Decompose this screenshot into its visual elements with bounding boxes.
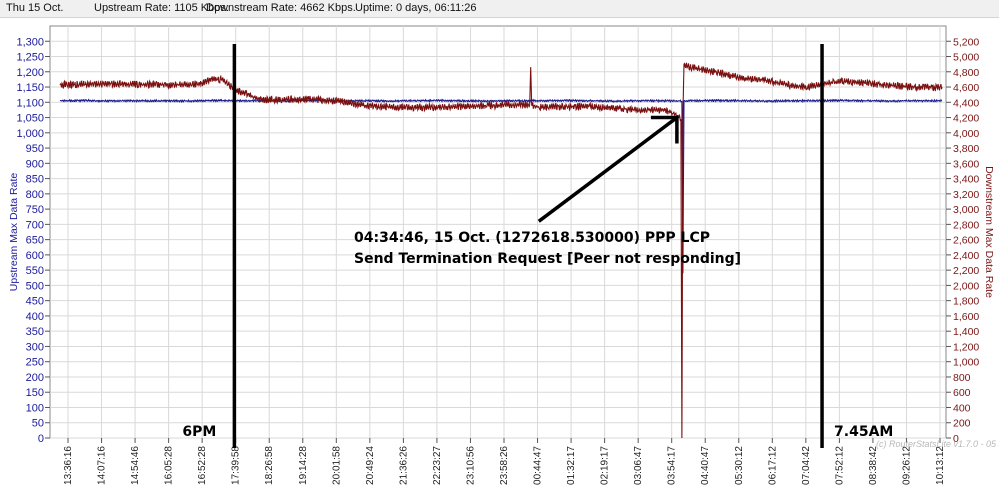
left-tick-label: 350 (26, 326, 44, 338)
x-tick-label: 03:54:17 (667, 446, 678, 485)
right-tick-label: 1,400 (953, 326, 979, 338)
right-tick-label: 4,800 (953, 67, 979, 79)
left-tick-label: 400 (26, 311, 44, 323)
x-tick-label: 06:17:12 (767, 446, 778, 485)
right-axis-title: Downstream Max Data Rate (983, 166, 995, 298)
line-chart: 0 50 100 150 200 250 300 350 400 450 500 550 600 650 7… (8, 25, 999, 485)
x-tick-label: 03:06:47 (633, 446, 644, 485)
right-tick-label: 2,200 (953, 265, 979, 277)
right-tick-label: 400 (953, 402, 971, 414)
right-tick-label: 1,600 (953, 311, 979, 323)
left-tick-label: 900 (26, 158, 44, 170)
x-tick-label: 23:58:26 (499, 446, 510, 485)
x-tick-label: 01:32:17 (566, 446, 577, 485)
right-tick-label: 3,400 (953, 174, 979, 186)
left-tick-label: 600 (26, 250, 44, 262)
left-tick-label: 500 (26, 280, 44, 292)
x-tick-label: 16:52:28 (197, 446, 208, 485)
right-axis-ticks: 02004006008001,0001,2001,4001,6001,8002,… (946, 36, 979, 445)
x-tick-label: 13:36:16 (63, 446, 74, 485)
left-tick-label: 150 (26, 387, 44, 399)
x-tick-label: 04:40:47 (700, 446, 711, 485)
x-tick-label: 17:39:58 (231, 446, 242, 485)
annotation-line-1: 04:34:46, 15 Oct. (1272618.530000) PPP L… (354, 230, 710, 246)
left-tick-label: 650 (26, 235, 44, 247)
x-tick-label: 02:19:17 (600, 446, 611, 485)
x-axis-ticks: 13:36:16 14:07:16 14:54:46 16:05:28 16:52:28… (63, 438, 946, 485)
right-tick-label: 4,000 (953, 128, 979, 140)
left-tick-label: 1,200 (16, 67, 44, 79)
x-tick-label: 14:07:16 (97, 446, 108, 485)
header-date: Thu 15 Oct. (6, 2, 64, 14)
left-axis-title: Upstream Max Data Rate (8, 173, 20, 292)
time-marker-label: 7.45AM (834, 424, 893, 440)
left-tick-label: 450 (26, 296, 44, 308)
right-tick-label: 3,200 (953, 189, 979, 201)
x-tick-label: 20:49:24 (365, 446, 376, 485)
right-tick-label: 200 (953, 418, 971, 430)
status-header: Thu 15 Oct. Upstream Rate: 1105 Kbps. Do… (0, 0, 999, 18)
x-tick-label: 08:38:42 (868, 446, 879, 485)
left-tick-label: 200 (26, 372, 44, 384)
x-tick-label: 10:13:12 (935, 446, 946, 485)
left-tick-label: 0 (38, 433, 44, 445)
right-tick-label: 1,800 (953, 296, 979, 308)
left-tick-label: 700 (26, 219, 44, 231)
x-tick-label: 16:05:28 (164, 446, 175, 485)
left-tick-label: 850 (26, 174, 44, 186)
right-tick-label: 2,600 (953, 235, 979, 247)
watermark-text: (c) RouterStatsLite v1.7.0 - 05 Septembe… (876, 439, 999, 449)
header-uptime: Uptime: 0 days, 06:11:26 (355, 2, 477, 14)
left-tick-label: 800 (26, 189, 44, 201)
right-tick-label: 800 (953, 372, 971, 384)
left-tick-label: 1,100 (16, 97, 44, 109)
x-tick-label: 22:23:27 (432, 446, 443, 485)
x-tick-label: 07:04:42 (801, 446, 812, 485)
annotation-line-2: Send Termination Request [Peer not respo… (354, 251, 741, 267)
right-tick-label: 3,600 (953, 158, 979, 170)
left-tick-label: 250 (26, 357, 44, 369)
right-tick-label: 600 (953, 387, 971, 399)
left-tick-label: 1,250 (16, 52, 44, 64)
right-tick-label: 4,600 (953, 82, 979, 94)
right-tick-label: 4,200 (953, 113, 979, 125)
right-tick-label: 5,200 (953, 36, 979, 48)
left-tick-label: 950 (26, 143, 44, 155)
x-tick-label: 07:52:12 (834, 446, 845, 485)
left-tick-label: 1,000 (16, 128, 44, 140)
left-tick-label: 550 (26, 265, 44, 277)
x-tick-label: 09:26:12 (901, 446, 912, 485)
left-tick-label: 1,050 (16, 113, 44, 125)
right-tick-label: 1,200 (953, 341, 979, 353)
x-tick-label: 18:26:58 (264, 446, 275, 485)
x-tick-label: 19:14:28 (298, 446, 309, 485)
x-tick-label: 05:30:12 (734, 446, 745, 485)
x-tick-label: 00:44:47 (533, 446, 544, 485)
x-tick-label: 14:54:46 (130, 446, 141, 485)
left-axis-ticks: 0 50 100 150 200 250 300 350 400 450 500 550 600 650 7… (16, 36, 50, 445)
right-tick-label: 2,400 (953, 250, 979, 262)
x-tick-label: 23:10:56 (465, 446, 476, 485)
right-tick-label: 4,400 (953, 97, 979, 109)
time-marker-label: 6PM (182, 424, 216, 440)
right-tick-label: 3,800 (953, 143, 979, 155)
header-downstream-rate: Downstream Rate: 4662 Kbps. (206, 2, 356, 14)
left-tick-label: 50 (32, 418, 44, 430)
right-tick-label: 5,000 (953, 52, 979, 64)
left-tick-label: 1,150 (16, 82, 44, 94)
right-tick-label: 1,000 (953, 357, 979, 369)
left-tick-label: 1,300 (16, 36, 44, 48)
right-tick-label: 3,000 (953, 204, 979, 216)
x-tick-label: 20:01:58 (331, 446, 342, 485)
left-tick-label: 100 (26, 402, 44, 414)
left-tick-label: 750 (26, 204, 44, 216)
x-tick-label: 21:36:26 (398, 446, 409, 485)
left-tick-label: 300 (26, 341, 44, 353)
right-tick-label: 2,800 (953, 219, 979, 231)
right-tick-label: 2,000 (953, 280, 979, 292)
